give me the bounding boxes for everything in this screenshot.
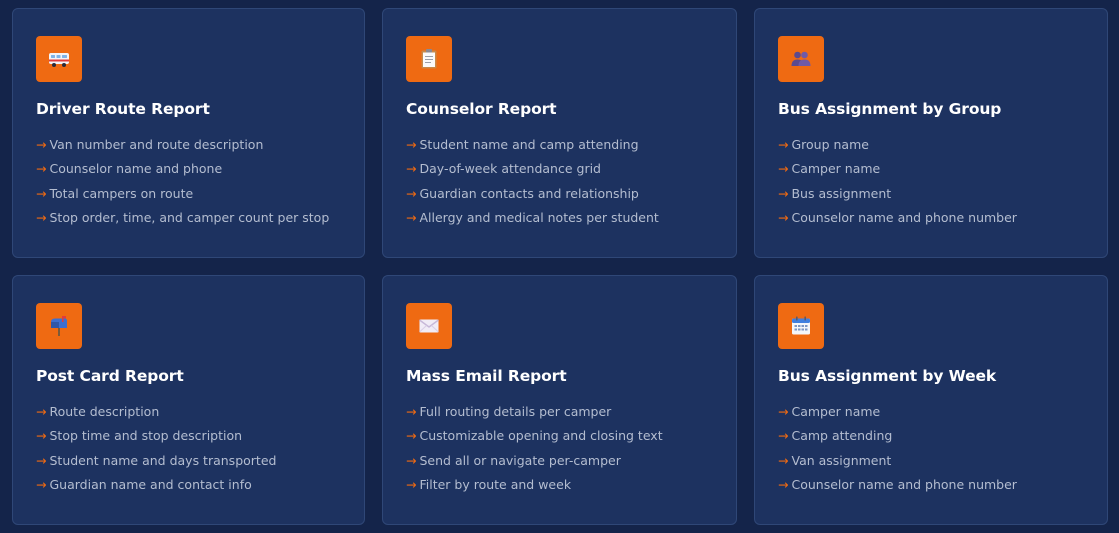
list-item: → Student name and camp attending	[406, 133, 713, 157]
arrow-right-icon: →	[36, 161, 47, 177]
arrow-right-icon: →	[406, 428, 417, 444]
list-item: → Guardian contacts and relationship	[406, 182, 713, 206]
feature-text: Day-of-week attendance grid	[419, 161, 601, 177]
list-item: → Camp attending	[778, 424, 1084, 448]
feature-text: Group name	[791, 137, 869, 152]
list-item: → Filter by route and week	[406, 473, 713, 497]
arrow-right-icon: →	[36, 476, 47, 492]
list-item: → Counselor name and phone number	[778, 206, 1084, 230]
arrow-right-icon: →	[406, 452, 417, 468]
list-item: → Route description	[36, 400, 341, 424]
feature-text: Van number and route description	[49, 137, 264, 152]
list-item: → Counselor name and phone	[36, 157, 341, 181]
feature-text: Allergy and medical notes per student	[419, 209, 659, 225]
list-item: → Stop order, time, and camper count per …	[36, 206, 341, 230]
arrow-right-icon: →	[406, 185, 417, 201]
list-item: → Send all or navigate per-camper	[406, 449, 713, 473]
arrow-right-icon: →	[36, 137, 47, 152]
list-item: → Full routing details per camper	[406, 400, 713, 424]
van-icon	[36, 36, 82, 82]
arrow-right-icon: →	[406, 161, 417, 177]
feature-list: → Full routing details per camper → Custom…	[406, 400, 713, 497]
list-item: → Guardian name and contact info	[36, 473, 341, 497]
arrow-right-icon: →	[36, 404, 47, 419]
arrow-right-icon: →	[778, 428, 789, 444]
arrow-right-icon: →	[36, 185, 47, 201]
card-driver-route-report[interactable]: Driver Route Report → Van number and rout…	[12, 8, 365, 258]
list-item: → Allergy and medical notes per student	[406, 206, 713, 230]
arrow-right-icon: →	[778, 404, 789, 419]
feature-text: Camp attending	[791, 428, 893, 444]
feature-text: Counselor name and phone number	[791, 476, 1017, 492]
feature-list: → Student name and camp attending → Day-of…	[406, 133, 713, 230]
feature-text: Camper name	[791, 161, 881, 177]
card-title: Counselor Report	[406, 100, 557, 118]
list-item: → Customizable opening and closing text	[406, 424, 713, 448]
card-title: Bus Assignment by Week	[778, 367, 997, 385]
arrow-right-icon: →	[778, 161, 789, 177]
feature-text: Filter by route and week	[419, 476, 572, 492]
list-item: → Student name and days transported	[36, 449, 341, 473]
feature-text: Counselor name and phone	[49, 161, 223, 177]
arrow-right-icon: →	[778, 452, 789, 468]
arrow-right-icon: →	[778, 476, 789, 492]
feature-list: → Van number and route description → Couns…	[36, 133, 341, 230]
arrow-right-icon: →	[406, 137, 417, 152]
feature-text: Student name and days transported	[49, 452, 277, 468]
feature-list: → Route description → Stop time and stop d…	[36, 400, 341, 497]
feature-text: Van assignment	[791, 452, 892, 468]
feature-text: Full routing details per camper	[419, 404, 612, 419]
list-item: → Van assignment	[778, 449, 1084, 473]
feature-text: Send all or navigate per-camper	[419, 452, 621, 468]
list-item: → Bus assignment	[778, 182, 1084, 206]
list-item: → Group name	[778, 133, 1084, 157]
list-item: → Day-of-week attendance grid	[406, 157, 713, 181]
arrow-right-icon: →	[778, 137, 789, 152]
feature-text: Guardian name and contact info	[49, 476, 252, 492]
arrow-right-icon: →	[36, 428, 47, 444]
list-item: → Counselor name and phone number	[778, 473, 1084, 497]
people-icon	[778, 36, 824, 82]
feature-text: Stop order, time, and camper count per s…	[49, 209, 330, 225]
feature-text: Total campers on route	[49, 185, 194, 201]
card-bus-assignment-by-group[interactable]: Bus Assignment by Group → Group name → Cam…	[754, 8, 1108, 258]
arrow-right-icon: →	[406, 476, 417, 492]
arrow-right-icon: →	[406, 404, 417, 419]
card-post-card-report[interactable]: Post Card Report → Route description → Sto…	[12, 275, 365, 525]
feature-text: Student name and camp attending	[419, 137, 639, 152]
card-title: Bus Assignment by Group	[778, 100, 1002, 118]
feature-list: → Group name → Camper name → Bus assignment…	[778, 133, 1084, 230]
feature-list: → Camper name → Camp attending → Van assign…	[778, 400, 1084, 497]
mailbox-icon	[36, 303, 82, 349]
clipboard-icon	[406, 36, 452, 82]
arrow-right-icon: →	[406, 209, 417, 225]
feature-text: Guardian contacts and relationship	[419, 185, 639, 201]
arrow-right-icon: →	[778, 209, 789, 225]
list-item: → Stop time and stop description	[36, 424, 341, 448]
card-counselor-report[interactable]: Counselor Report → Student name and camp …	[382, 8, 737, 258]
card-title: Driver Route Report	[36, 100, 210, 118]
feature-text: Camper name	[791, 404, 881, 419]
feature-text: Customizable opening and closing text	[419, 428, 663, 444]
arrow-right-icon: →	[36, 209, 47, 225]
envelope-icon	[406, 303, 452, 349]
list-item: → Camper name	[778, 157, 1084, 181]
card-title: Mass Email Report	[406, 367, 567, 385]
calendar-icon	[778, 303, 824, 349]
report-cards-grid: Driver Route Report → Van number and rout…	[12, 8, 1108, 525]
arrow-right-icon: →	[778, 185, 789, 201]
feature-text: Counselor name and phone number	[791, 209, 1017, 225]
list-item: → Van number and route description	[36, 133, 341, 157]
card-mass-email-report[interactable]: Mass Email Report → Full routing details …	[382, 275, 737, 525]
card-bus-assignment-by-week[interactable]: Bus Assignment by Week → Camper name → Cam…	[754, 275, 1108, 525]
feature-text: Stop time and stop description	[49, 428, 243, 444]
arrow-right-icon: →	[36, 452, 47, 468]
card-title: Post Card Report	[36, 367, 184, 385]
feature-text: Route description	[49, 404, 160, 419]
list-item: → Camper name	[778, 400, 1084, 424]
feature-text: Bus assignment	[791, 185, 892, 201]
list-item: → Total campers on route	[36, 182, 341, 206]
